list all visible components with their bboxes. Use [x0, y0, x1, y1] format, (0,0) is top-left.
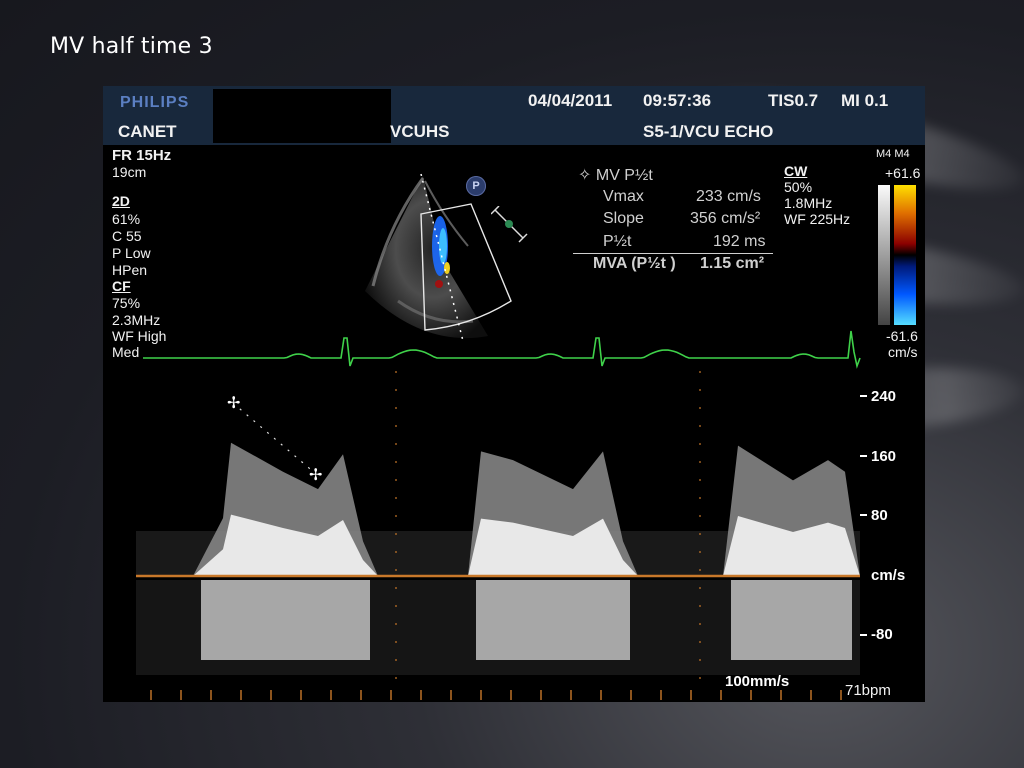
doppler-spectrum: ✢✢ [136, 330, 867, 700]
heart-rate: 71bpm [845, 682, 891, 699]
slide-title: MV half time 3 [50, 34, 213, 59]
pht-end-cursor: ✢ [309, 465, 322, 484]
ecg-trace [143, 330, 861, 369]
doppler-mirror-1 [201, 580, 370, 660]
doppler-mirror-2 [476, 580, 630, 660]
axis-tick-240: 240 [871, 388, 897, 405]
doppler-mirror-3 [731, 580, 852, 660]
axis-tick-160: 160 [871, 448, 897, 465]
pht-start-cursor: ✢ [227, 393, 240, 412]
sweep-speed: 100mm/s [725, 673, 790, 690]
axis-tick-minus80: -80 [871, 626, 893, 643]
ultrasound-image: PHILIPS CANET VCUHS 04/04/2011 09:57:36 … [103, 86, 925, 702]
axis-tick-80: 80 [871, 507, 888, 524]
axis-unit: cm/s [871, 567, 906, 584]
